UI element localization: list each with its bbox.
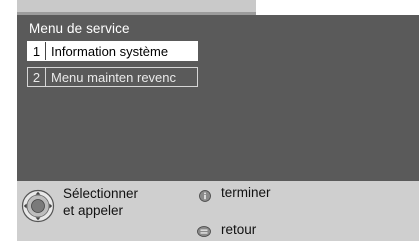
menu-item-system-info[interactable]: 1 Information système [27,41,198,61]
select-legend-line2: et appeler [63,203,124,218]
select-legend-line1: Sélectionner [63,186,139,201]
menu-item-label: Information système [51,43,169,59]
exit-legend: terminer [221,185,271,200]
dpad-ok-icon [21,189,55,223]
menu-item-number: 2 [28,68,46,86]
info-button-icon [199,190,211,202]
menu-item-number: 1 [28,42,46,60]
top-notch [256,0,419,15]
return-button-icon [197,226,211,237]
top-bevel [17,0,256,12]
menu-item-maintenance[interactable]: 2 Menu mainten revenc [27,67,198,87]
button-legend: Sélectionner et appeler terminer retour [17,181,419,241]
menu-item-label: Menu mainten revenc [51,69,177,85]
service-menu-panel: Menu de service 1 Information système 2 … [17,15,419,181]
select-legend: Sélectionner et appeler [63,185,138,219]
back-legend: retour [221,222,257,237]
menu-title: Menu de service [29,21,130,36]
